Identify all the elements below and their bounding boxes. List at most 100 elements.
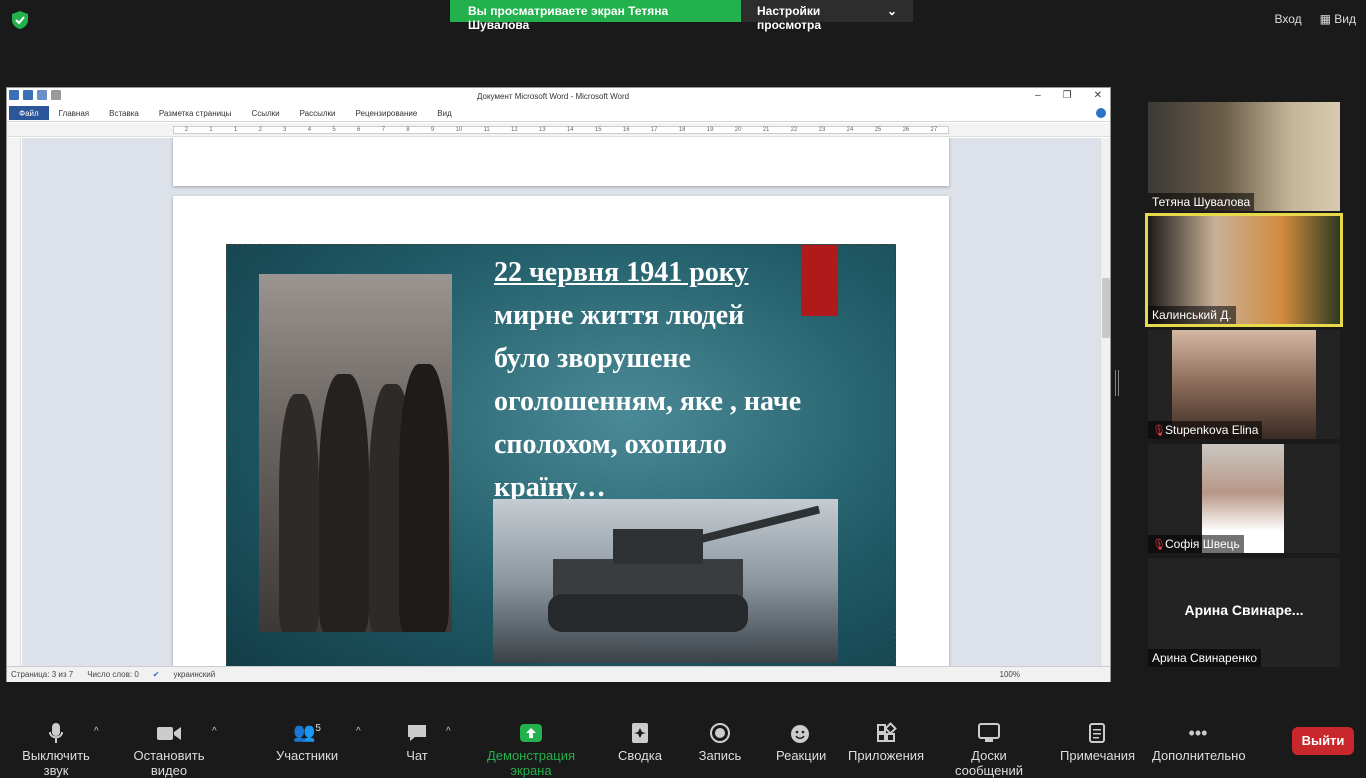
screen-share-banner: Вы просматриваете экран Тетяна Шувалова … [450,0,913,32]
vertical-scrollbar[interactable] [1100,138,1110,666]
participant-name: Тетяна Шувалова [1148,193,1255,211]
ruler-mark: 6 [357,127,361,133]
scrollbar-thumb[interactable] [1102,278,1110,338]
participant-tile[interactable]: Тетяна Шувалова [1148,102,1340,211]
view-options-label: Настройки просмотра [757,4,822,32]
leave-button[interactable]: Выйти [1292,727,1354,755]
participants-count: 5 [315,723,321,734]
participant-display-name: Арина Свинаре... [1184,602,1304,618]
tab-view[interactable]: Вид [427,109,461,118]
notes-button[interactable]: Примечания [1060,722,1136,763]
signin-button[interactable]: Вход [1274,12,1301,26]
mute-label: Выключить звук [22,748,90,778]
figure-shape [279,394,319,632]
quick-access-toolbar [9,90,61,100]
chevron-up-icon[interactable]: ^ [446,726,451,737]
undo-icon[interactable] [37,90,47,100]
whiteboards-label: Доски сообщений [954,748,1024,778]
tab-insert[interactable]: Вставка [99,109,149,118]
tab-layout[interactable]: Разметка страницы [149,109,242,118]
participant-tile-active[interactable]: Калинський Д. [1145,213,1343,327]
redo-icon[interactable] [51,90,61,100]
tab-home[interactable]: Главная [49,109,99,118]
whiteboards-button[interactable]: Доски сообщений [936,722,1042,778]
participant-tile[interactable]: 🎙Софія Швець [1148,444,1340,553]
chat-icon [408,725,426,741]
restore-icon[interactable]: ❐ [1063,90,1072,101]
spellcheck-icon[interactable]: ✔ [153,670,160,679]
crowd-photo [259,274,452,632]
view-label: Вид [1334,12,1356,26]
more-icon: ••• [1188,723,1208,743]
minimize-icon[interactable]: – [1035,90,1041,101]
view-button[interactable]: ▦ Вид [1320,12,1356,26]
ruler-mark: 3 [283,127,287,133]
ruler-mark: 22 [790,127,798,133]
slide-heading: 22 червня 1941 року [494,257,749,288]
chevron-up-icon[interactable]: ^ [212,726,217,737]
participants-button[interactable]: 👥5 Участники [276,722,338,763]
ruler-mark: 27 [930,127,938,133]
participant-name: Арина Свинаренко [1148,649,1262,667]
reactions-button[interactable]: Реакции [776,722,826,763]
figure-shape [399,364,449,632]
chevron-up-icon[interactable]: ^ [356,726,361,737]
tab-file[interactable]: Файл [9,106,49,120]
slide-line: було зворушене [494,343,691,374]
document-area[interactable]: 22 червня 1941 року мирне життя людей бу… [22,138,1102,666]
language[interactable]: украинский [173,670,215,679]
word-ribbon-tabs: Файл Главная Вставка Разметка страницы С… [7,105,1110,122]
meeting-toolbar: Выключить звук ^ Остановить видео ^ 👥5 У… [0,712,1366,778]
ruler-mark: 25 [874,127,882,133]
ruler-mark: 15 [594,127,602,133]
tab-references[interactable]: Ссылки [241,109,289,118]
chevron-up-icon[interactable]: ^ [94,726,99,737]
share-label: Демонстрация экрана [486,748,576,778]
ruler-mark: 12 [511,127,518,133]
ruler-mark: 14 [566,127,574,133]
vertical-ruler[interactable] [7,138,21,666]
tab-review[interactable]: Рецензирование [346,109,428,118]
video-label: Остановить видео [133,748,205,778]
word-titlebar: Документ Microsoft Word - Microsoft Word… [7,88,1110,105]
figure-shape [319,374,369,632]
panel-resize-handle[interactable] [1115,370,1119,396]
shield-icon[interactable] [10,10,30,30]
participant-tile[interactable]: 🎙Stupenkova Elina [1148,330,1340,439]
horizontal-ruler[interactable]: 2 1 1 2 3 4 5 6 7 8 9 10 11 12 13 14 15 … [7,123,1110,137]
word-count[interactable]: Число слов: 0 [87,670,139,679]
ruler-mark: 21 [762,127,770,133]
ruler-mark: 5 [332,127,336,133]
smiley-icon [791,725,809,743]
slide-image[interactable]: 22 червня 1941 року мирне життя людей бу… [226,244,896,666]
participants-label: Участники [276,748,339,763]
ruler-mark: 20 [734,127,742,133]
save-icon[interactable] [23,90,33,100]
more-button[interactable]: ••• Дополнительно [1152,722,1246,763]
summary-button[interactable]: Сводка [616,722,664,763]
page-previous [173,138,949,186]
notes-icon [1089,723,1105,743]
stop-video-button[interactable]: Остановить видео [118,722,220,778]
page-count[interactable]: Страница: 3 из 7 [11,670,73,679]
record-button[interactable]: Запись [698,722,742,763]
zoom-level[interactable]: 100% [1000,670,1020,679]
tab-mailings[interactable]: Рассылки [290,109,346,118]
share-screen-button[interactable]: Демонстрация экрана [468,722,594,778]
slide-line: мирне життя людей [494,300,745,331]
close-icon[interactable]: ✕ [1094,90,1102,101]
record-label: Запись [698,748,742,763]
slide-line: оголошенням, яке , наче [494,386,802,417]
apps-button[interactable]: Приложения [848,722,924,763]
participant-tile[interactable]: Арина Свинаре... Арина Свинаренко [1148,558,1340,667]
help-icon[interactable] [1096,108,1106,118]
ruler-mark: 16 [622,127,630,133]
notes-label: Примечания [1060,748,1136,763]
apps-icon [877,722,897,742]
summary-icon [632,723,648,743]
view-options-button[interactable]: Настройки просмотра ⌄ [741,0,913,32]
ruler-mark: 18 [678,127,686,133]
chat-button[interactable]: Чат [400,722,434,763]
mute-button[interactable]: Выключить звук [10,722,102,778]
ruler-mark: 8 [406,127,410,133]
